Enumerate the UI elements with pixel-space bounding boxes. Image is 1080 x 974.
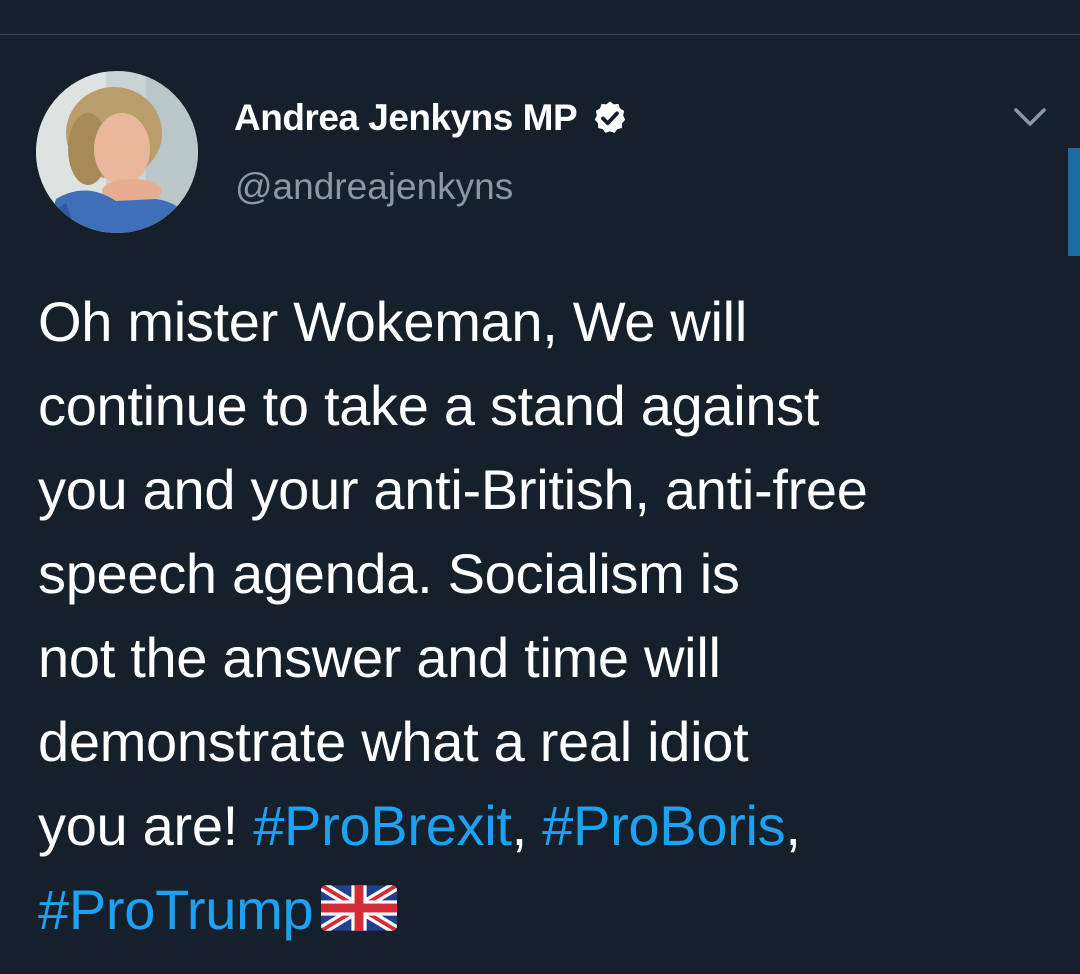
tweet-line: you are! #ProBrexit, #ProBoris, — [38, 784, 1038, 868]
author-handle[interactable]: @andreajenkyns — [235, 166, 513, 208]
hashtag-link[interactable]: #ProBrexit — [253, 794, 512, 857]
hashtag-separator: , — [785, 794, 801, 857]
tweet-line: speech agenda. Socialism is — [38, 542, 740, 605]
scroll-indicator[interactable] — [1068, 148, 1080, 256]
author-name-row[interactable]: Andrea Jenkyns MP — [234, 94, 629, 142]
hashtag-link[interactable]: #ProTrump — [38, 878, 314, 941]
tweet-line: you and your anti-British, anti-free — [38, 458, 868, 521]
hashtag-separator: , — [511, 794, 543, 857]
tweet-line: Oh mister Wokeman, We will — [38, 290, 747, 353]
tweet-line: demonstrate what a real idiot — [38, 710, 749, 773]
verified-badge-icon — [591, 99, 629, 137]
tweet-line: continue to take a stand against — [38, 374, 820, 437]
avatar[interactable] — [36, 71, 198, 233]
uk-flag-icon — [321, 874, 398, 931]
tweet-line: not the answer and time will — [38, 626, 721, 689]
tweet-line: #ProTrump — [38, 868, 1038, 952]
tweet-text: Oh mister Wokeman, We will continue to t… — [38, 280, 1038, 952]
more-options-chevron-icon[interactable] — [1010, 100, 1050, 134]
author-display-name[interactable]: Andrea Jenkyns MP — [234, 97, 578, 139]
hashtag-link[interactable]: #ProBoris — [542, 794, 785, 857]
tweet-line-text: you are! — [38, 794, 254, 857]
top-divider — [0, 34, 1080, 35]
avatar-image — [36, 71, 198, 233]
